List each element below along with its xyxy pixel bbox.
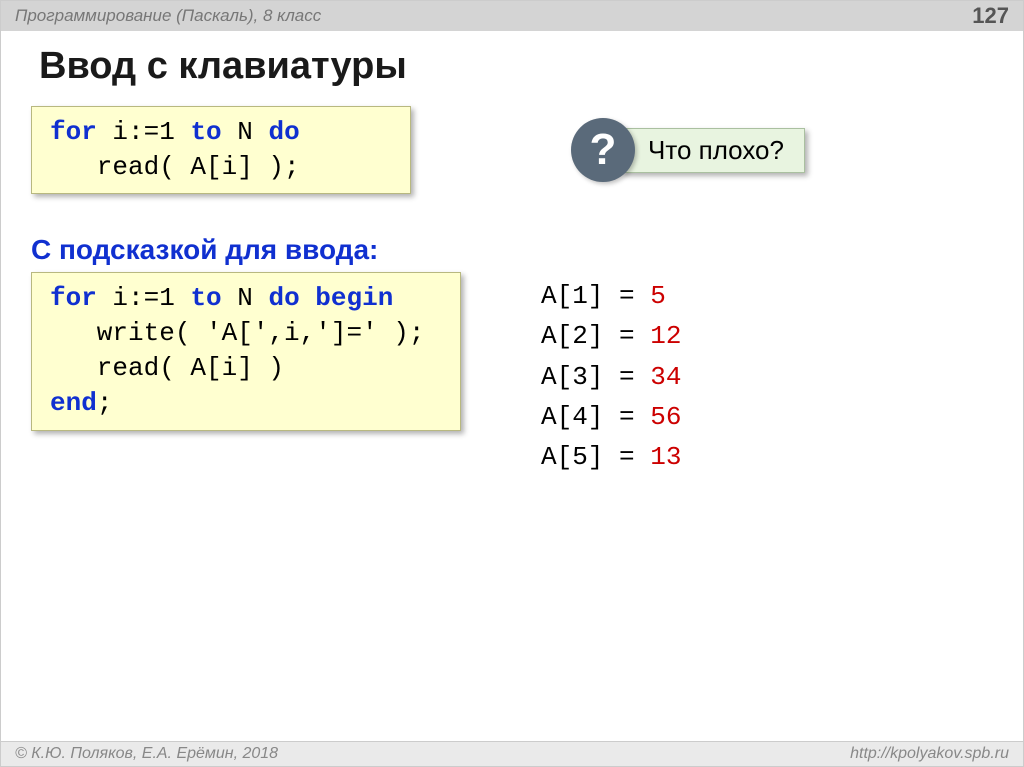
code-block-1: for i:=1 to N do read( A[i] ); [31, 106, 411, 194]
footer-bar: © К.Ю. Поляков, Е.А. Ерёмин, 2018 http:/… [1, 741, 1023, 766]
page-number: 127 [972, 3, 1009, 29]
subtitle: С подсказкой для ввода: [31, 234, 993, 266]
footer-url: http://kpolyakov.spb.ru [850, 745, 1009, 763]
kw-to: to [190, 117, 221, 147]
output-line: A[5] = 13 [541, 437, 681, 477]
output-line: A[2] = 12 [541, 316, 681, 356]
footer-authors: © К.Ю. Поляков, Е.А. Ерёмин, 2018 [15, 745, 278, 763]
course-title: Программирование (Паскаль), 8 класс [15, 6, 321, 26]
output-line: A[1] = 5 [541, 276, 681, 316]
code-block-2: for i:=1 to N do begin write( 'A[',i,']=… [31, 272, 461, 430]
code2-line3: read( A[i] ) [50, 351, 442, 386]
page-title: Ввод с клавиатуры [31, 45, 993, 88]
question-text: Что плохо? [621, 128, 805, 173]
question-callout: ? Что плохо? [571, 118, 805, 182]
row-first: for i:=1 to N do read( A[i] ); ? Что пло… [31, 106, 993, 194]
row-second: for i:=1 to N do begin write( 'A[',i,']=… [31, 272, 993, 477]
output-line: A[3] = 34 [541, 357, 681, 397]
slide-content: Ввод с клавиатуры for i:=1 to N do read(… [1, 31, 1023, 492]
output-line: A[4] = 56 [541, 397, 681, 437]
kw-for: for [50, 117, 97, 147]
kw-do: do [268, 117, 299, 147]
header-bar: Программирование (Паскаль), 8 класс 127 [1, 1, 1023, 31]
code2-line2: write( 'A[',i,']=' ); [50, 316, 442, 351]
output-list: A[1] = 5 A[2] = 12 A[3] = 34 A[4] = 56 A… [541, 276, 681, 477]
code1-line2: read( A[i] ); [50, 150, 392, 185]
question-mark-icon: ? [571, 118, 635, 182]
